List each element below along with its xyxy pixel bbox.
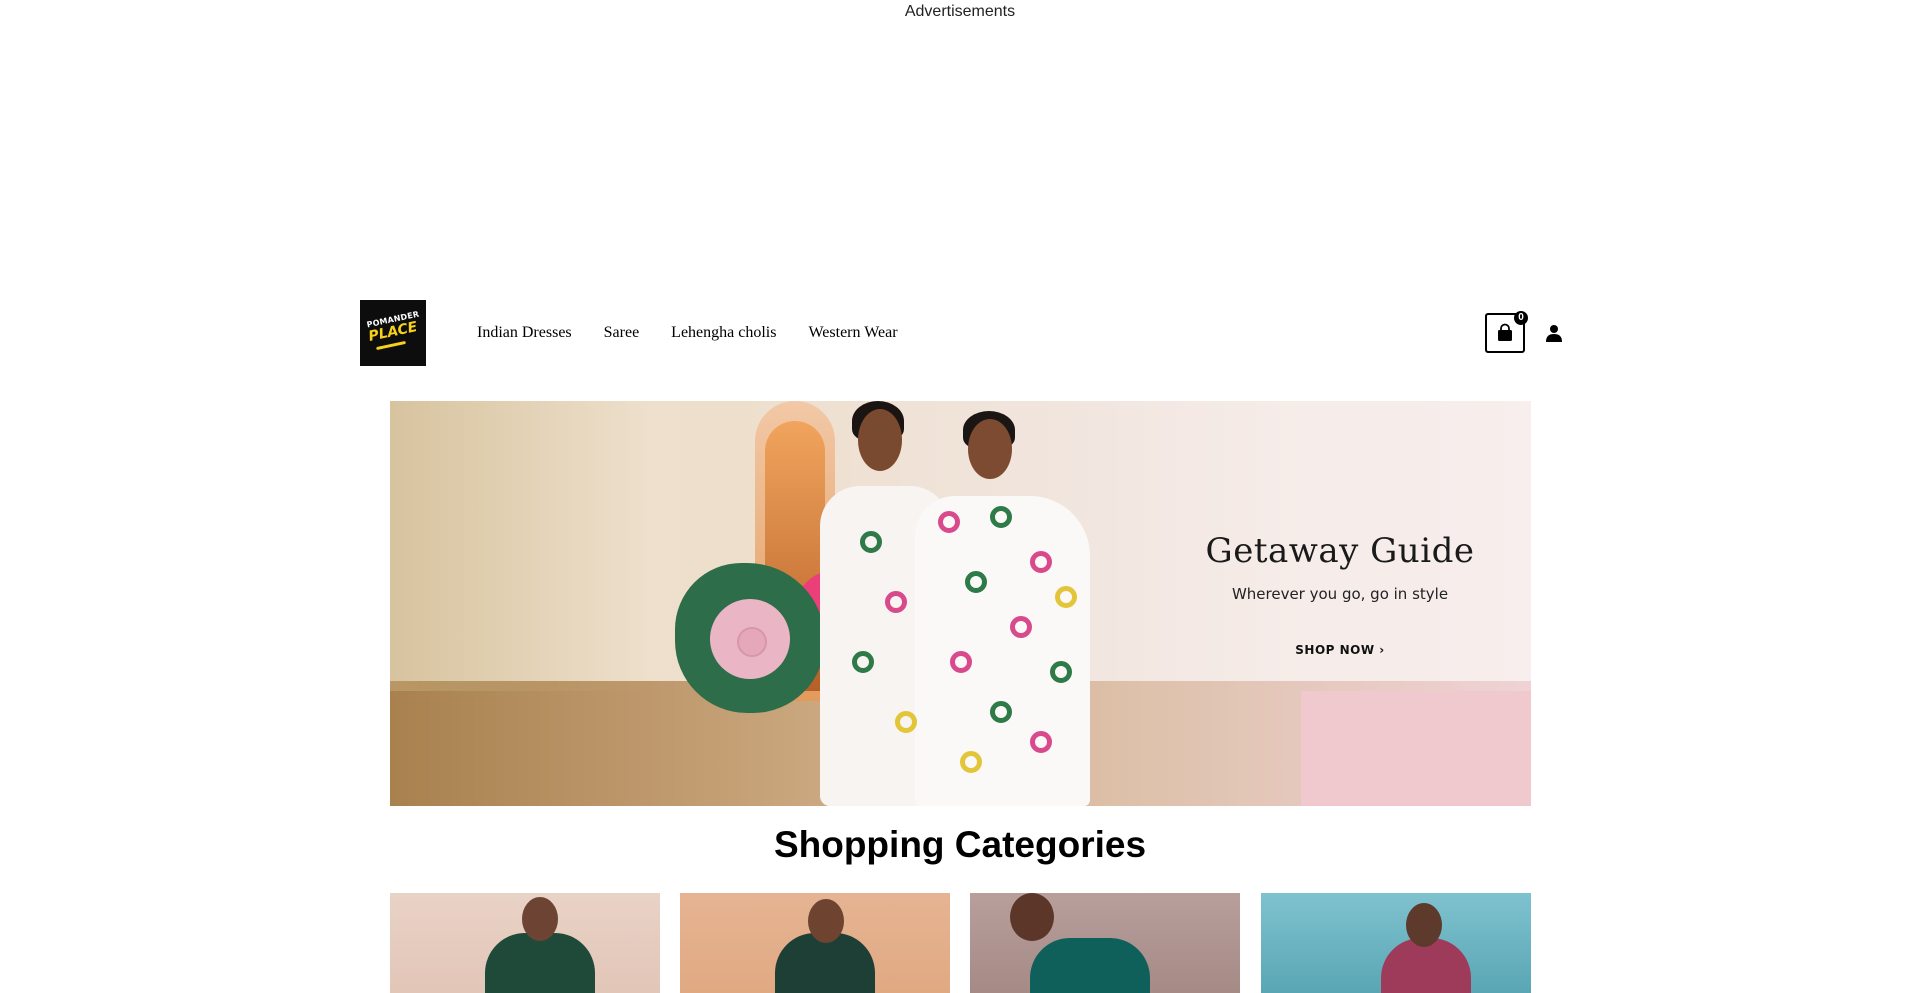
site-logo[interactable]: POMANDER PLACE (360, 300, 426, 366)
cart-count-badge: 0 (1514, 311, 1528, 325)
category-card[interactable] (970, 893, 1240, 993)
print-dot (860, 531, 882, 553)
site-header: POMANDER PLACE Indian Dresses Saree Lehe… (360, 300, 1562, 366)
shop-now-button[interactable]: SHOP NOW › (1295, 643, 1384, 657)
advertisement-slot[interactable] (0, 26, 1920, 290)
category-card-model (485, 933, 595, 993)
print-dot (938, 511, 960, 533)
print-dot (1010, 616, 1032, 638)
print-dot (1030, 731, 1052, 753)
print-dot (1055, 586, 1077, 608)
hero-wall-shade (390, 401, 650, 691)
main-nav: Indian Dresses Saree Lehengha cholis Wes… (477, 300, 930, 366)
print-dot (1050, 661, 1072, 683)
print-dot (990, 506, 1012, 528)
print-dot (885, 591, 907, 613)
advertisements-label: Advertisements (904, 3, 1016, 20)
model-right-head (968, 419, 1012, 479)
nav-item-lehengha-cholis[interactable]: Lehengha cholis (671, 324, 776, 342)
category-card-model-head (808, 899, 844, 943)
shopping-categories-title: Shopping Categories (773, 824, 1147, 865)
category-card-model (1030, 938, 1150, 993)
decor-flower-center (737, 627, 767, 657)
category-card[interactable] (390, 893, 660, 993)
print-dot (990, 701, 1012, 723)
category-card[interactable] (1261, 893, 1531, 993)
print-dot (895, 711, 917, 733)
hero-floor-pink (1301, 691, 1531, 806)
hero-title: Getaway Guide (1205, 531, 1475, 571)
print-dot (950, 651, 972, 673)
category-card[interactable] (680, 893, 950, 993)
hero-text-block: Getaway Guide Wherever you go, go in sty… (1170, 531, 1510, 659)
hero-subtitle: Wherever you go, go in style (1231, 585, 1449, 603)
cart-button[interactable]: 0 (1485, 311, 1528, 353)
hero-banner[interactable]: Getaway Guide Wherever you go, go in sty… (390, 401, 1531, 806)
nav-item-western-wear[interactable]: Western Wear (808, 324, 897, 342)
print-dot (965, 571, 987, 593)
model-left-head (858, 409, 902, 471)
account-button[interactable] (1542, 321, 1566, 345)
nav-item-indian-dresses[interactable]: Indian Dresses (477, 324, 572, 342)
nav-item-saree[interactable]: Saree (604, 324, 640, 342)
category-grid (390, 893, 1531, 993)
print-dot (960, 751, 982, 773)
print-dot (1030, 551, 1052, 573)
category-card-model-head (1406, 903, 1442, 947)
model-right-dress (915, 496, 1090, 806)
category-card-model-head (522, 897, 558, 941)
user-icon (1546, 325, 1562, 342)
shopping-bag-icon (1498, 323, 1512, 341)
print-dot (852, 651, 874, 673)
category-card-model-head (1010, 893, 1054, 941)
